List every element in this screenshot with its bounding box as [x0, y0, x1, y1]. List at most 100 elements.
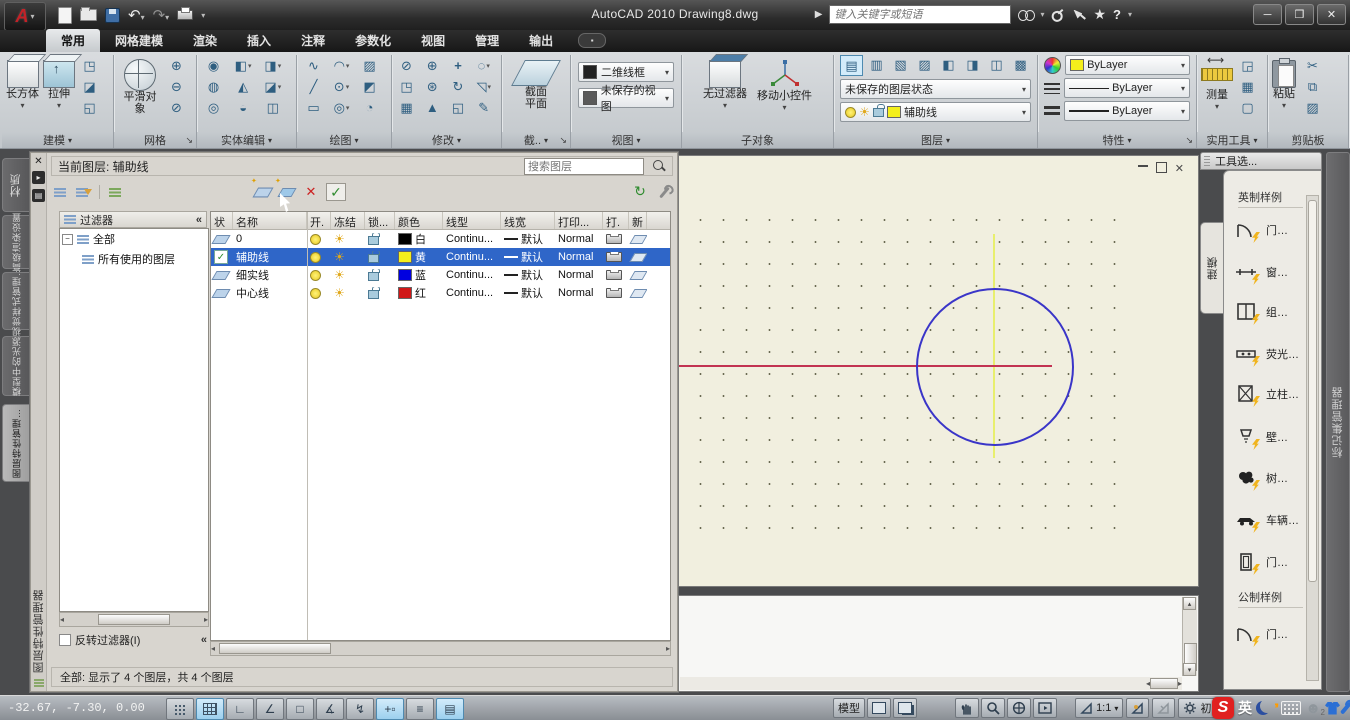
layer-row-1-selected[interactable]: ✓ 辅助线 ☀ 黄 Continu... 默认 Normal [211, 248, 670, 266]
tool-item-wall-light[interactable]: 壁… [1234, 426, 1288, 448]
layer-unlock-icon[interactable]: ◨ [962, 55, 983, 74]
tab-lights-in-model[interactable]: 模型中的光源 [2, 336, 29, 396]
quick-select-icon[interactable]: ◲ [1237, 56, 1258, 75]
annotation-scale-button[interactable]: 1:1 ▾ [1075, 698, 1123, 718]
scroll-thumb[interactable] [219, 643, 331, 654]
plot-printer-icon[interactable] [606, 234, 622, 244]
collapse-arrow-icon[interactable]: ▶ [815, 9, 823, 20]
lock-icon[interactable] [368, 254, 379, 263]
line-icon[interactable]: ╱ [303, 77, 324, 96]
panel-footer-modify[interactable]: 修改▾ [392, 132, 501, 148]
close-drawing-icon[interactable]: ✕ [1175, 162, 1184, 175]
tab-view[interactable]: 视图 [406, 29, 460, 52]
col-plotstyle[interactable]: 打印... [555, 212, 603, 229]
layer-row-2[interactable]: 细实线 ☀ 蓝 Continu... 默认 Normal [211, 266, 670, 284]
copy-icon[interactable]: ◌▾ [473, 56, 494, 75]
ellipse-icon[interactable]: ◎▾ [331, 98, 352, 117]
tool-palette-tab-modeling[interactable]: 建模 [1200, 222, 1225, 314]
subobject-filter-button[interactable]: 无过滤器▾ [703, 54, 747, 114]
subtract-icon[interactable]: ◍ [203, 77, 224, 96]
presspull-icon[interactable]: ◳ [79, 56, 100, 75]
lock-icon[interactable] [368, 236, 379, 245]
layer-match-icon[interactable]: ▩ [1010, 55, 1031, 74]
restore-button[interactable]: ❒ [1285, 4, 1314, 25]
vp-freeze-icon[interactable] [629, 271, 647, 280]
paste-button[interactable]: 粘贴▾ [1272, 54, 1296, 117]
favorites-star-icon[interactable]: ★ [1093, 6, 1106, 23]
tool-item-vehicle[interactable]: 车辆… [1234, 509, 1299, 531]
panel-footer-properties[interactable]: 特性▾↘ [1038, 132, 1196, 148]
communication-center-icon[interactable] [1072, 9, 1086, 21]
intersect-icon[interactable]: ◎ [203, 98, 224, 117]
linetype-dropdown[interactable]: ByLayer▾ [1064, 78, 1190, 98]
vp-freeze-icon[interactable] [629, 253, 647, 262]
layer-search-input[interactable] [524, 158, 644, 175]
search-dropdown-icon[interactable]: ▾ [1040, 10, 1044, 19]
tree-item-all[interactable]: − 全部 [60, 229, 208, 249]
lineweight-toggle[interactable]: ≡ [406, 698, 434, 720]
smooth-less-icon[interactable]: ⊖ [166, 77, 187, 96]
vp-freeze-icon[interactable] [629, 235, 647, 244]
otrack-toggle[interactable]: ∡ [316, 698, 344, 720]
scroll-thumb[interactable] [98, 614, 170, 625]
scroll-left-icon[interactable]: ◂ [60, 615, 64, 624]
named-view-dropdown[interactable]: 未保存的视图▾ [578, 88, 674, 108]
layer-off-icon[interactable]: ▨ [914, 55, 935, 74]
refine-mesh-icon[interactable]: ⊘ [166, 98, 187, 117]
layer-dropdown[interactable]: ☀ 辅助线▾ [840, 102, 1031, 122]
quick-view-layouts-button[interactable] [867, 698, 891, 718]
panel-footer-subobject[interactable]: 子对象 [682, 132, 833, 148]
panel-footer-clipboard[interactable]: 剪贴板 [1268, 132, 1348, 148]
layer-properties-icon[interactable]: ▤ [840, 55, 863, 76]
tool-item-window[interactable]: 窗… [1234, 261, 1288, 283]
trim-icon[interactable]: ✎ [473, 98, 494, 117]
rotate-icon[interactable]: ↻ [448, 77, 469, 96]
subscription-key-icon[interactable] [1049, 5, 1069, 25]
make-current-icon[interactable]: ◫ [986, 55, 1007, 74]
layer-states-manager-icon[interactable] [106, 184, 124, 200]
refresh-icon[interactable]: ↻ [631, 184, 649, 200]
gradient-icon[interactable]: ◩ [359, 77, 380, 96]
panel-footer-solid-editing[interactable]: 实体编辑▾ [197, 132, 296, 148]
ime-skin-icon[interactable] [1325, 702, 1340, 715]
palette-autohide-icon[interactable]: ▸ [32, 171, 45, 184]
model-button[interactable]: 模型 [833, 698, 865, 718]
plot-printer-icon[interactable] [606, 288, 622, 298]
fillet-edge-icon[interactable]: ◧▾ [233, 56, 254, 75]
color-swatch[interactable] [398, 269, 412, 281]
scroll-right-icon[interactable]: ▸ [666, 644, 670, 653]
tool-item-fluorescent[interactable]: 荧光… [1234, 343, 1299, 365]
scroll-down-icon[interactable]: ▾ [1183, 663, 1196, 676]
revision-cloud-icon[interactable]: ◔ [359, 98, 380, 117]
snap-toggle[interactable] [166, 698, 194, 720]
table-hscrollbar[interactable]: ◂ ▸ [210, 641, 671, 656]
lineweight-icon[interactable] [1044, 106, 1060, 117]
tab-annotate[interactable]: 注释 [286, 29, 340, 52]
stretch-icon[interactable]: ◱ [448, 98, 469, 117]
id-point-icon[interactable]: ▢ [1237, 98, 1258, 117]
delete-layer-icon[interactable]: ✕ [302, 184, 320, 200]
layer-state-dropdown[interactable]: 未保存的图层状态▾ [840, 79, 1031, 99]
col-linetype[interactable]: 线型 [443, 212, 501, 229]
scroll-thumb[interactable] [1150, 678, 1178, 689]
scroll-up-icon[interactable]: ▴ [1183, 597, 1196, 610]
col-vpfreeze[interactable]: 新 [629, 212, 647, 229]
tree-hscrollbar[interactable]: ◂ ▸ [59, 612, 209, 627]
explode-icon[interactable]: ⊘ [396, 56, 417, 75]
arc-icon[interactable]: ◠▾ [331, 56, 352, 75]
tool-item-column[interactable]: 立柱… [1234, 383, 1299, 405]
tab-home[interactable]: 常用 [46, 29, 100, 52]
ime-english-mode[interactable]: 英 [1238, 698, 1252, 718]
tool-item-window-assembly[interactable]: 组… [1234, 301, 1288, 323]
imprint-icon[interactable]: ◒ [233, 98, 254, 117]
panel-footer-section[interactable]: 截..▾↘ [502, 132, 570, 148]
new-property-filter-icon[interactable] [51, 184, 69, 200]
union-icon[interactable]: ◉ [203, 56, 224, 75]
new-layer-icon[interactable] [254, 184, 272, 200]
search-binoculars-icon[interactable] [1018, 10, 1033, 20]
command-vscrollbar[interactable]: ▴ ▾ [1182, 597, 1197, 676]
drawn-circle[interactable] [916, 288, 1074, 446]
minimize-button[interactable]: ─ [1253, 4, 1282, 25]
scale-icon[interactable]: ◹▾ [473, 77, 494, 96]
ime-settings-wrench-icon[interactable] [1340, 701, 1350, 714]
